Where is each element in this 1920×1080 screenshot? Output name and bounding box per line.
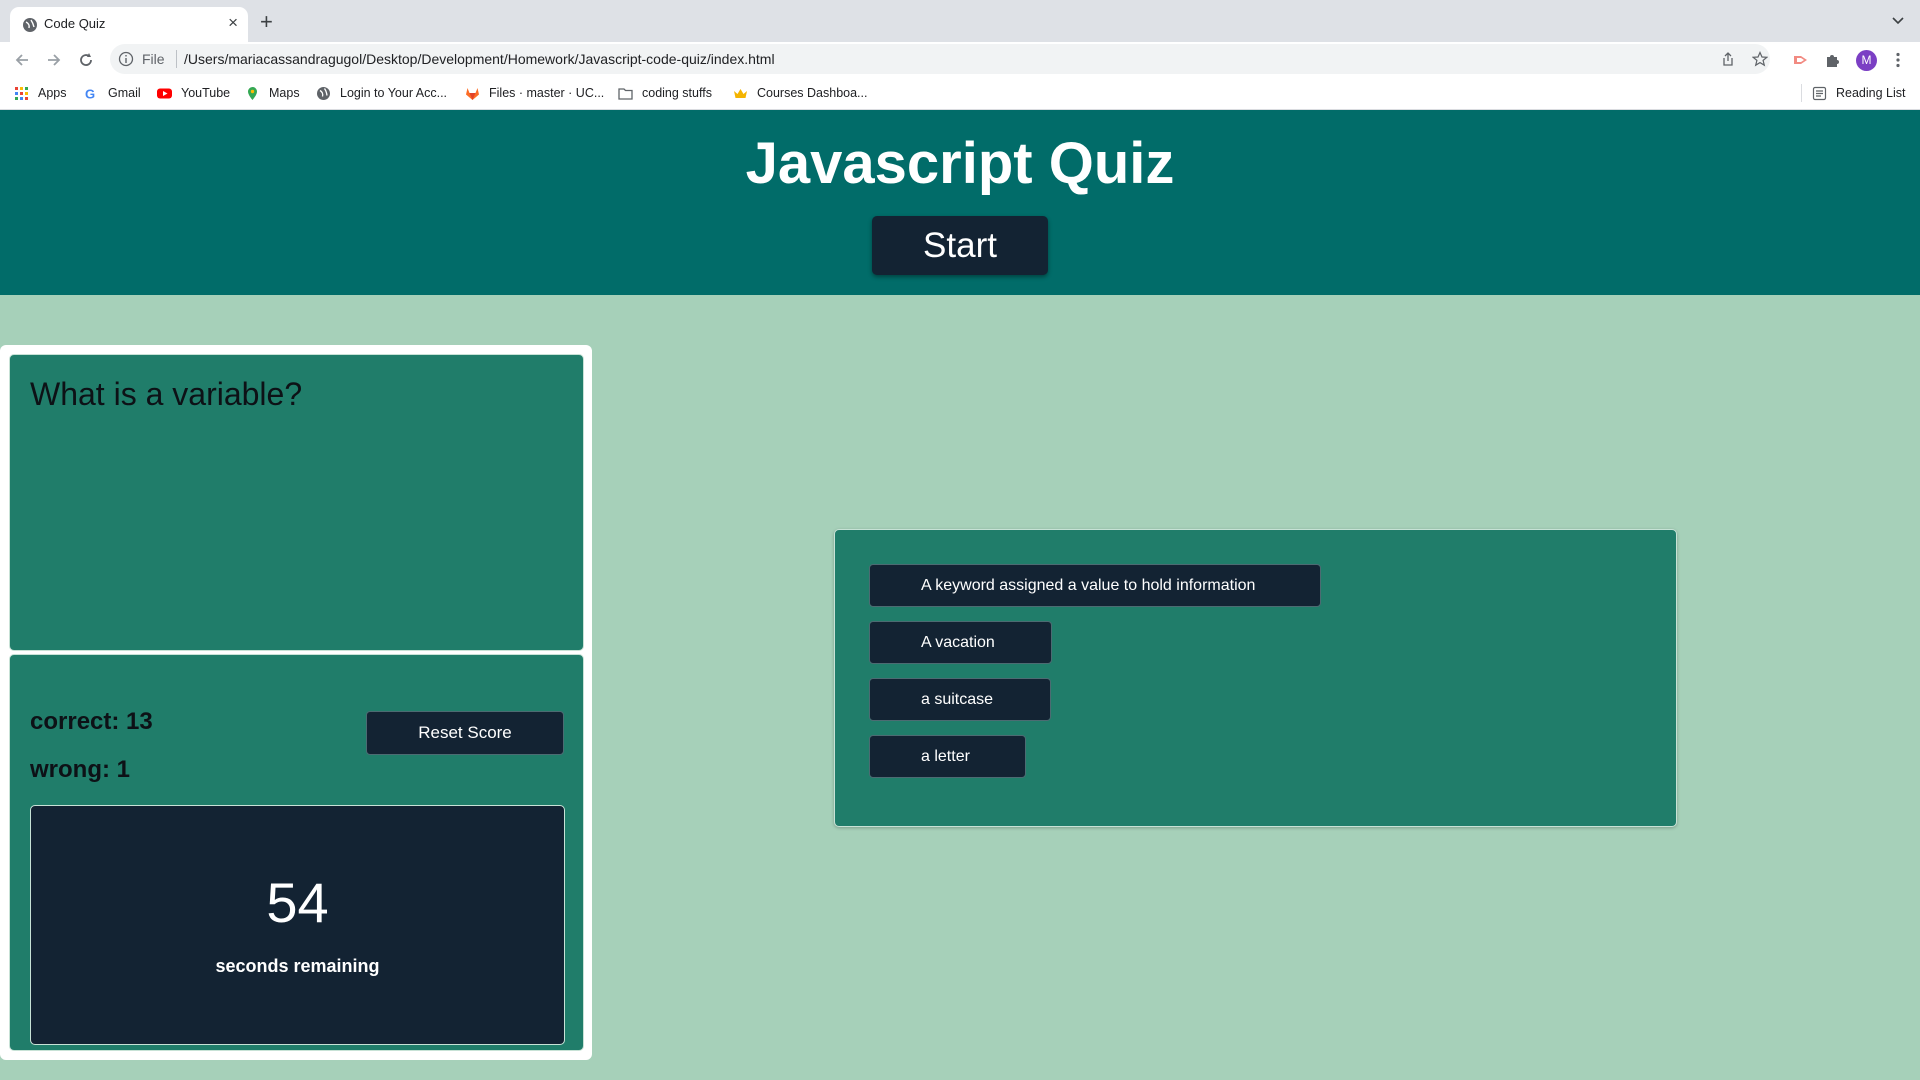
reading-list-icon: [1812, 86, 1827, 100]
browser-menu-icon[interactable]: [1889, 51, 1907, 69]
browser-tab[interactable]: Code Quiz ×: [10, 7, 248, 42]
timer-card: 54 seconds remaining: [30, 805, 565, 1045]
answer-button[interactable]: A vacation: [869, 621, 1052, 664]
url-separator: [176, 50, 177, 68]
url-text[interactable]: /Users/mariacassandragugol/Desktop/Devel…: [184, 51, 775, 67]
bookmark-star-icon[interactable]: [1752, 51, 1768, 67]
new-tab-icon[interactable]: +: [260, 11, 273, 33]
google-icon: G: [85, 86, 95, 101]
reload-icon[interactable]: [76, 50, 96, 70]
apps-grid-icon: [15, 86, 28, 100]
reset-score-button[interactable]: Reset Score: [366, 711, 564, 755]
reading-list-label: Reading List: [1836, 86, 1906, 100]
bookmark-label: Courses Dashboa...: [757, 86, 868, 100]
bookmark-label: Gmail: [108, 86, 141, 100]
bookmark-gmail[interactable]: G Gmail: [84, 85, 141, 101]
bookmark-folder-coding[interactable]: coding stuffs: [618, 85, 712, 101]
globe-icon: [23, 18, 37, 32]
globe-icon: [317, 86, 330, 100]
maps-pin-icon: [248, 86, 257, 100]
share-icon[interactable]: [1720, 51, 1736, 67]
bookmark-youtube[interactable]: YouTube: [157, 85, 230, 101]
bookmark-login[interactable]: Login to Your Acc...: [316, 85, 447, 101]
bookmark-label: Maps: [269, 86, 300, 100]
bookmarks-bar: Apps G Gmail YouTube Maps Login to Your …: [0, 77, 1920, 110]
profile-avatar[interactable]: M: [1856, 50, 1877, 71]
bookmarks-divider: [1801, 84, 1802, 102]
answer-button[interactable]: a letter: [869, 735, 1026, 778]
timer-label: seconds remaining: [215, 956, 380, 976]
youtube-icon: [157, 88, 172, 98]
bookmark-label: Login to Your Acc...: [340, 86, 448, 100]
answers-panel: A keyword assigned a value to hold infor…: [834, 529, 1677, 827]
bookmark-label: Files · master · UC...: [489, 86, 605, 100]
start-button[interactable]: Start: [872, 216, 1048, 275]
crown-icon: [734, 88, 747, 98]
info-icon[interactable]: [118, 51, 134, 67]
answer-button[interactable]: A keyword assigned a value to hold infor…: [869, 564, 1321, 607]
reading-list-button[interactable]: Reading List: [1812, 85, 1906, 101]
browser-tab-strip: Code Quiz × +: [0, 0, 1920, 42]
forward-arrow-icon[interactable]: [44, 50, 64, 70]
bookmark-apps[interactable]: Apps: [14, 85, 67, 101]
address-bar[interactable]: File /Users/mariacassandragugol/Desktop/…: [110, 44, 1770, 74]
bookmark-maps[interactable]: Maps: [245, 85, 300, 101]
svg-text:G: G: [85, 86, 95, 101]
correct-count: correct: 13: [30, 708, 153, 735]
score-card: correct: 13 wrong: 1 Reset Score 54 seco…: [9, 654, 584, 1051]
wrong-count: wrong: 1: [30, 756, 130, 783]
question-text: What is a variable?: [30, 376, 303, 412]
extensions-puzzle-icon[interactable]: [1824, 51, 1842, 69]
bookmark-label: coding stuffs: [642, 86, 712, 100]
browser-toolbar: File /Users/mariacassandragugol/Desktop/…: [0, 42, 1920, 77]
gitlab-icon: [466, 87, 479, 100]
timer-value: 54: [266, 871, 329, 934]
tab-search-chevron-icon[interactable]: [1890, 12, 1906, 28]
quiz-header: Javascript Quiz Start: [0, 110, 1920, 295]
page-title: Javascript Quiz: [745, 131, 1175, 196]
bookmark-label: YouTube: [181, 86, 231, 100]
bookmark-gitlab-files[interactable]: Files · master · UC...: [465, 85, 604, 101]
answer-button[interactable]: a suitcase: [869, 678, 1051, 721]
question-card: What is a variable?: [9, 354, 584, 651]
cast-extension-icon[interactable]: [1792, 51, 1810, 69]
url-scheme-label: File: [142, 51, 165, 67]
bookmark-courses[interactable]: Courses Dashboa...: [733, 85, 867, 101]
folder-icon: [618, 87, 633, 100]
bookmark-label: Apps: [38, 86, 67, 100]
back-arrow-icon[interactable]: [12, 50, 32, 70]
tab-title: Code Quiz: [44, 16, 106, 31]
quiz-left-panel: What is a variable? correct: 13 wrong: 1…: [0, 345, 592, 1060]
tab-close-icon[interactable]: ×: [228, 14, 238, 32]
